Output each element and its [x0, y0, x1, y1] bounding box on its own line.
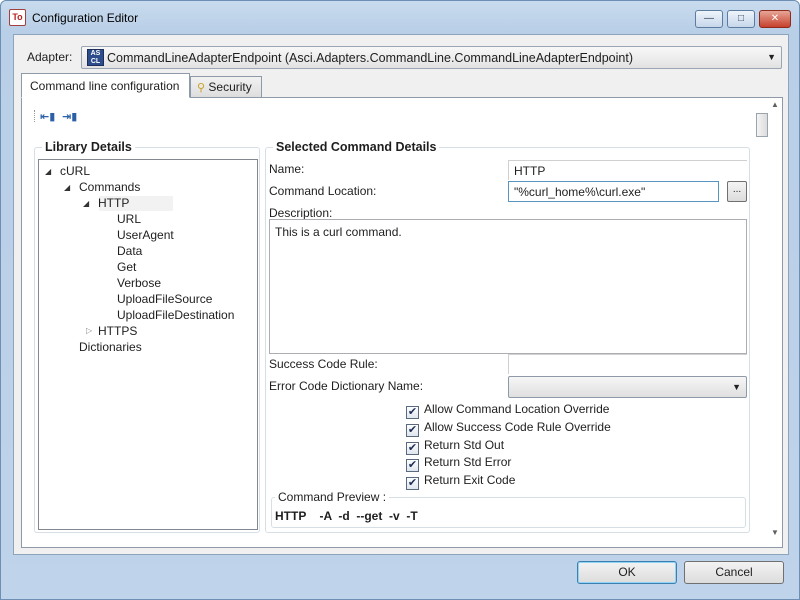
return-exit-code-checkbox[interactable]: ✔ Return Exit Code	[406, 473, 515, 490]
app-icon: To	[9, 9, 26, 26]
description-value: This is a curl command.	[275, 225, 402, 239]
window-title: Configuration Editor	[32, 11, 139, 25]
browse-button[interactable]: ...	[727, 181, 747, 202]
tree-node-uploadfiledestination[interactable]: UploadFileDestination	[117, 308, 234, 322]
adapter-dropdown[interactable]: AS CL CommandLineAdapterEndpoint (Asci.A…	[81, 46, 782, 69]
title-bar[interactable]: To Configuration Editor — □ ✕	[1, 1, 799, 33]
tree-node-http[interactable]: HTTP	[98, 196, 129, 210]
checkbox-label: Return Std Out	[424, 438, 505, 452]
ok-button[interactable]: OK	[577, 561, 677, 584]
chevron-down-icon: ▼	[732, 382, 741, 392]
check-icon: ✔	[406, 459, 419, 472]
scroll-thumb[interactable]	[756, 113, 768, 137]
checkbox-label: Return Std Error	[424, 455, 512, 469]
check-icon: ✔	[406, 477, 419, 490]
tree-collapsed-icon[interactable]: ▷	[86, 326, 92, 335]
tab-label: Security	[208, 80, 252, 94]
check-icon: ✔	[406, 424, 419, 437]
command-location-field[interactable]: "%curl_home%\curl.exe"	[508, 181, 719, 202]
vertical-scrollbar[interactable]: ▲ ▼	[756, 100, 782, 546]
name-value: HTTP	[514, 164, 546, 178]
tree-node-dictionaries[interactable]: Dictionaries	[79, 340, 142, 354]
tree-expanded-icon[interactable]: ◢	[64, 183, 70, 192]
tree-node-curl[interactable]: cURL	[60, 164, 90, 178]
command-location-value: "%curl_home%\curl.exe"	[514, 185, 646, 199]
allow-command-location-override-checkbox[interactable]: ✔ Allow Command Location Override	[406, 402, 609, 419]
tree-expanded-icon[interactable]: ◢	[45, 167, 51, 176]
command-location-label: Command Location:	[269, 184, 377, 198]
return-std-out-checkbox[interactable]: ✔ Return Std Out	[406, 438, 504, 455]
chevron-down-icon: ▼	[767, 52, 776, 62]
tree-node-verbose[interactable]: Verbose	[117, 276, 161, 290]
checkbox-label: Allow Success Code Rule Override	[424, 420, 611, 434]
tab-label: Command line configuration	[30, 79, 180, 93]
description-label: Description:	[269, 206, 333, 220]
library-tree[interactable]	[38, 159, 258, 530]
close-button[interactable]: ✕	[759, 10, 791, 28]
toolbar-separator	[34, 110, 35, 122]
tree-expanded-icon[interactable]: ◢	[83, 199, 89, 208]
error-code-dictionary-label: Error Code Dictionary Name:	[269, 379, 424, 393]
adapter-icon: AS CL	[87, 49, 104, 66]
check-icon: ✔	[406, 442, 419, 455]
tree-node-commands[interactable]: Commands	[79, 180, 140, 194]
command-preview-value: HTTP -A -d --get -v -T	[275, 509, 418, 523]
checkbox-label: Allow Command Location Override	[424, 402, 610, 416]
minimize-button[interactable]: —	[695, 10, 723, 28]
selected-command-details-title: Selected Command Details	[273, 140, 440, 154]
error-code-dictionary-dropdown[interactable]: ▼	[508, 376, 747, 398]
library-details-title: Library Details	[42, 140, 135, 154]
name-label: Name:	[269, 162, 305, 176]
scroll-down-icon[interactable]: ▼	[771, 528, 779, 537]
description-textarea[interactable]: This is a curl command.	[269, 219, 747, 354]
name-field[interactable]: HTTP	[508, 160, 747, 180]
tree-node-url[interactable]: URL	[117, 212, 141, 226]
adapter-selected-value: CommandLineAdapterEndpoint (Asci.Adapter…	[107, 51, 633, 65]
checkbox-label: Return Exit Code	[424, 473, 516, 487]
success-code-rule-label: Success Code Rule:	[269, 357, 378, 371]
configuration-editor-window: To Configuration Editor — □ ✕ Adapter: A…	[0, 0, 800, 600]
export-icon[interactable]: ⇥▮	[62, 110, 79, 123]
tab-security[interactable]: ⚲ Security	[190, 76, 262, 99]
success-code-rule-field[interactable]	[508, 354, 747, 374]
cancel-button[interactable]: Cancel	[684, 561, 784, 584]
check-icon: ✔	[406, 406, 419, 419]
tree-node-useragent[interactable]: UserAgent	[117, 228, 174, 242]
allow-success-code-rule-override-checkbox[interactable]: ✔ Allow Success Code Rule Override	[406, 420, 611, 437]
tree-node-https[interactable]: HTTPS	[98, 324, 137, 338]
maximize-button[interactable]: □	[727, 10, 755, 28]
key-icon: ⚲	[197, 82, 206, 94]
import-icon[interactable]: ⇤▮	[40, 110, 57, 123]
return-std-error-checkbox[interactable]: ✔ Return Std Error	[406, 455, 511, 472]
tree-node-uploadfilesource[interactable]: UploadFileSource	[117, 292, 212, 306]
tree-node-data[interactable]: Data	[117, 244, 142, 258]
adapter-label: Adapter:	[27, 50, 73, 64]
tab-command-line-configuration[interactable]: Command line configuration	[21, 73, 190, 98]
tree-node-get[interactable]: Get	[117, 260, 136, 274]
command-preview-label: Command Preview :	[275, 490, 390, 504]
scroll-up-icon[interactable]: ▲	[771, 100, 779, 109]
